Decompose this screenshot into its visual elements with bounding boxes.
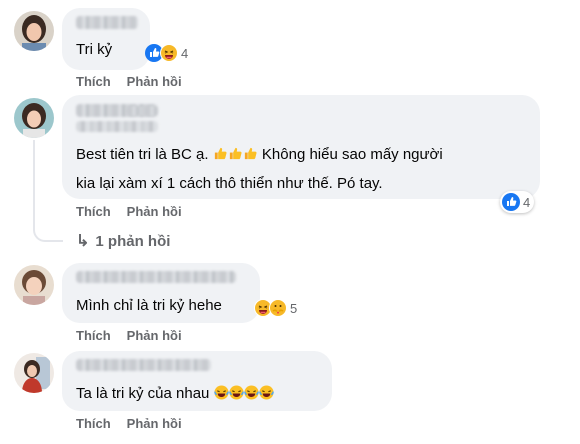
like-button[interactable]: Thích [76, 74, 111, 89]
comment-actions: Thích Phản hồi [76, 328, 198, 343]
view-replies-link[interactable]: ↳ 1 phản hồi [76, 231, 170, 251]
thread-line [33, 140, 35, 198]
joy-emoji [213, 385, 229, 402]
like-button[interactable]: Thích [76, 204, 111, 219]
author-name-redacted[interactable] [76, 271, 236, 283]
comment-actions: Thích Phản hồi [76, 204, 198, 219]
haha-icon [160, 44, 178, 62]
comment-text-line-2: kia lại xàm xí 1 cách thô thiển như thế.… [76, 175, 383, 192]
reaction-summary[interactable]: 5 [254, 297, 297, 319]
reaction-summary[interactable]: 4 [145, 42, 188, 64]
comment-text: Tri kỷ [76, 41, 113, 58]
like-button[interactable]: Thích [76, 416, 111, 431]
avatar[interactable] [14, 265, 54, 305]
comment-text-line-1: Best tiên tri là BC ạ. Không hiểu sao mấ… [76, 140, 443, 169]
author-name-redacted-extra [126, 106, 158, 116]
joy-emoji [228, 385, 244, 402]
avatar[interactable] [14, 11, 54, 51]
reply-button[interactable]: Phản hồi [127, 416, 182, 431]
avatar[interactable] [14, 353, 54, 393]
joy-emoji [243, 385, 259, 402]
like-icon [502, 193, 520, 211]
reaction-count: 5 [290, 300, 298, 316]
like-button[interactable]: Thích [76, 328, 111, 343]
thumbs-up-emoji [228, 146, 243, 163]
reply-button[interactable]: Phản hồi [127, 328, 182, 343]
thumbs-up-emoji [243, 146, 258, 163]
author-name-redacted-secondary [76, 121, 158, 132]
comment-text: Mình chỉ là tri kỷ hehe [76, 297, 222, 314]
comment-text-part: Không hiểu sao mấy người [261, 146, 443, 163]
author-name-redacted[interactable] [76, 16, 138, 29]
joy-emoji [258, 385, 274, 402]
reaction-count: 4 [181, 45, 189, 61]
care-icon [269, 299, 287, 317]
reply-arrow-icon: ↳ [76, 233, 90, 250]
reply-thread-connector [33, 196, 63, 242]
reaction-summary[interactable]: 4 [500, 191, 535, 213]
comment-text-part: Ta là tri kỷ của nhau [76, 385, 210, 402]
thumbs-up-emoji [213, 146, 228, 163]
comment-actions: Thích Phản hồi [76, 74, 198, 89]
author-name-redacted[interactable] [76, 359, 211, 371]
avatar[interactable] [14, 98, 54, 138]
reply-button[interactable]: Phản hồi [127, 204, 182, 219]
reaction-count: 4 [523, 194, 531, 210]
comment-text-part: Best tiên tri là BC ạ. [76, 146, 209, 163]
comment-actions: Thích Phản hồi [76, 416, 198, 431]
reply-button[interactable]: Phản hồi [127, 74, 182, 89]
view-replies-label: 1 phản hồi [95, 232, 171, 250]
comment-text-line: Ta là tri kỷ của nhau [76, 379, 274, 408]
